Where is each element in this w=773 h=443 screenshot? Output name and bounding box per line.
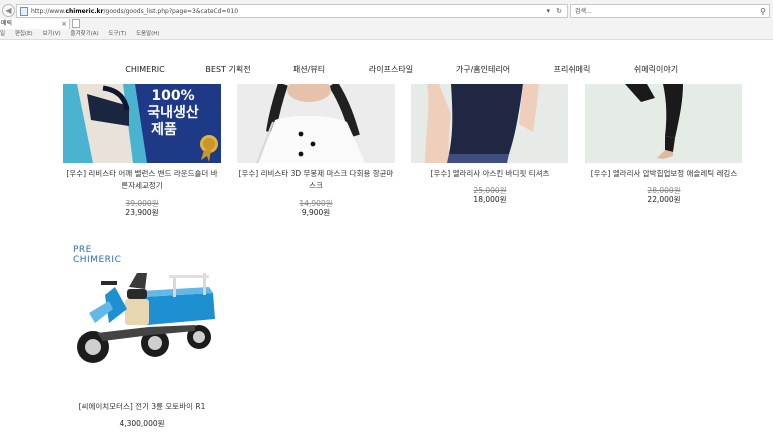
nav-fashion-beauty[interactable]: 패션/뷰티 [293,64,325,76]
browser-tab[interactable]: 메릭 × [0,19,70,29]
menu-item[interactable]: 보기(V) [42,31,60,37]
new-tab-button[interactable] [72,19,80,28]
nav-best[interactable]: BEST 기획전 [205,64,250,76]
product-photo [237,84,395,163]
badge-text: 제품 [151,122,177,138]
badge-text: 국내생산 [147,105,199,121]
nav-pre-chimeric[interactable]: 프리쉬메릭 [554,64,591,76]
nav-furniture-interior[interactable]: 가구/홈인테리어 [456,64,510,76]
menu-item[interactable]: 도움말(H) [136,31,160,37]
sale-price: 4,300,000원 [119,419,165,428]
menu-bar: 일 편집(E) 보기(V) 즐겨찾기(A) 도구(T) 도움말(H) [0,30,773,39]
search-placeholder: 검색... [575,8,592,15]
menu-item[interactable]: 편집(E) [15,31,33,37]
nav-lifestyle[interactable]: 라이프스타일 [369,64,413,76]
sale-price: 9,900원 [301,208,331,217]
menu-item[interactable]: 즐겨찾기(A) [70,31,98,37]
close-tab-icon[interactable]: × [61,19,67,29]
product-title[interactable]: [우수] 엘라리사 아스킨 바디핏 티셔츠 [406,168,574,180]
product-image[interactable] [585,84,742,163]
dropdown-icon[interactable]: ▾ [546,5,550,18]
back-button[interactable]: ◀ [2,4,15,17]
product-photo [585,84,742,163]
product-title[interactable]: [우수] 리비스타 어깨 밸런스 밴드 라운드숄더 바 른자세교정기 [58,168,226,192]
product-photo [411,84,568,163]
product-image[interactable]: PRE CHIMERIC [63,237,220,394]
brand-logo-text: PRE [73,245,92,255]
address-url[interactable]: http://www.chimeric.kr/goods/goods_list.… [31,5,238,18]
product-title[interactable]: [우수] 엘라리사 압박힙업보정 애슬레틱 레깅스 [580,168,748,180]
sale-price: 18,000원 [473,195,507,204]
sale-price: 23,900원 [125,208,159,217]
product-title[interactable]: [우수] 리비스타 3D 무봉제 마스크 다회용 항균마 스크 [232,168,400,192]
address-bar[interactable]: http://www.chimeric.kr/goods/goods_list.… [16,4,568,18]
site-navigation: CHIMERIC BEST 기획전 패션/뷰티 라이프스타일 가구/홈인테리어 … [0,64,773,78]
nav-chimeric[interactable]: CHIMERIC [125,64,164,76]
search-box[interactable]: 검색... ⚲ [570,4,770,18]
menu-item[interactable]: 도구(T) [108,31,126,37]
badge-text: 100% [151,88,195,104]
browser-chrome: ◀ http://www.chimeric.kr/goods/goods_lis… [0,0,773,40]
page-icon [20,7,28,16]
tab-row: 메릭 × [0,19,773,29]
sale-price: 22,000원 [647,195,681,204]
refresh-icon[interactable]: ↻ [556,5,562,18]
product-image[interactable]: 100% 국내생산 제품 [63,84,221,163]
nav-chimeric-story[interactable]: 쉬메릭이야기 [634,64,678,76]
menu-item[interactable]: 일 [0,31,5,37]
product-image[interactable] [411,84,568,163]
search-icon[interactable]: ⚲ [760,5,766,18]
product-title[interactable]: [씨에이치모터스] 전기 3륜 오토바이 R1 [58,401,226,413]
tab-title: 메릭 [1,20,13,27]
product-image[interactable] [237,84,395,163]
brand-logo-text: CHIMERIC [73,255,122,265]
